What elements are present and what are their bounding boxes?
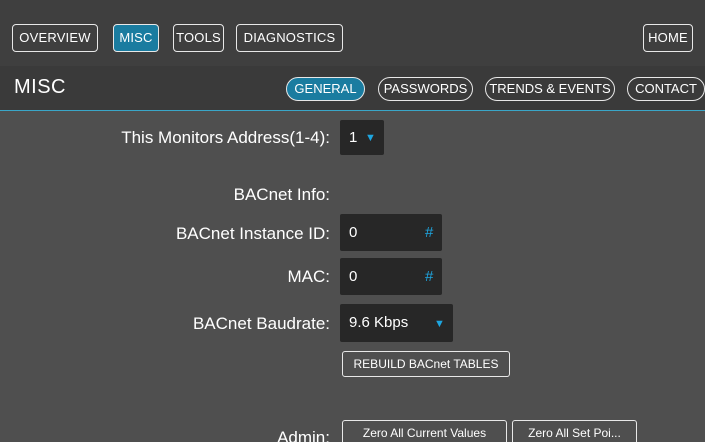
baudrate-select[interactable]: 9.6 Kbps ▼ bbox=[340, 304, 453, 342]
tab-passwords[interactable]: PASSWORDS bbox=[378, 77, 473, 101]
nav-diagnostics-button[interactable]: DIAGNOSTICS bbox=[236, 24, 343, 52]
chevron-down-icon: ▼ bbox=[365, 132, 376, 144]
instance-id-label: BACnet Instance ID: bbox=[175, 224, 330, 243]
zero-setpoints-button[interactable]: Zero All Set Poi... bbox=[512, 420, 637, 442]
mac-value: 0 bbox=[349, 268, 358, 285]
zero-current-values-button[interactable]: Zero All Current Values bbox=[342, 420, 507, 442]
numeric-hash-icon: # bbox=[425, 224, 434, 241]
admin-label: Admin: bbox=[277, 428, 330, 442]
page-title: MISC bbox=[14, 76, 66, 98]
numeric-hash-icon: # bbox=[425, 268, 434, 285]
baudrate-label: BACnet Baudrate: bbox=[192, 314, 330, 333]
bacnet-info-label: BACnet Info: bbox=[233, 185, 330, 204]
nav-tools-button[interactable]: TOOLS bbox=[173, 24, 224, 52]
instance-id-field[interactable]: 0 # bbox=[340, 214, 442, 251]
monitor-address-label: This Monitors Address(1-4): bbox=[121, 128, 330, 147]
monitor-address-value: 1 bbox=[349, 129, 358, 146]
tab-general[interactable]: GENERAL bbox=[286, 77, 365, 101]
rebuild-bacnet-tables-button[interactable]: REBUILD BACnet TABLES bbox=[342, 351, 510, 377]
nav-misc-button[interactable]: MISC bbox=[113, 24, 159, 52]
mac-field[interactable]: 0 # bbox=[340, 258, 442, 295]
chevron-down-icon: ▼ bbox=[434, 318, 445, 330]
nav-home-button[interactable]: HOME bbox=[643, 24, 693, 52]
monitor-address-select[interactable]: 1 ▼ bbox=[340, 120, 384, 155]
title-bar: MISC GENERAL PASSWORDS TRENDS & EVENTS C… bbox=[0, 66, 705, 111]
mac-label: MAC: bbox=[287, 267, 331, 286]
baudrate-value: 9.6 Kbps bbox=[349, 314, 409, 331]
top-nav: OVERVIEW MISC TOOLS DIAGNOSTICS HOME bbox=[0, 0, 705, 66]
tab-trends-events[interactable]: TRENDS & EVENTS bbox=[485, 77, 615, 101]
nav-overview-button[interactable]: OVERVIEW bbox=[12, 24, 98, 52]
tab-contact[interactable]: CONTACT bbox=[627, 77, 705, 101]
instance-id-value: 0 bbox=[349, 224, 358, 241]
